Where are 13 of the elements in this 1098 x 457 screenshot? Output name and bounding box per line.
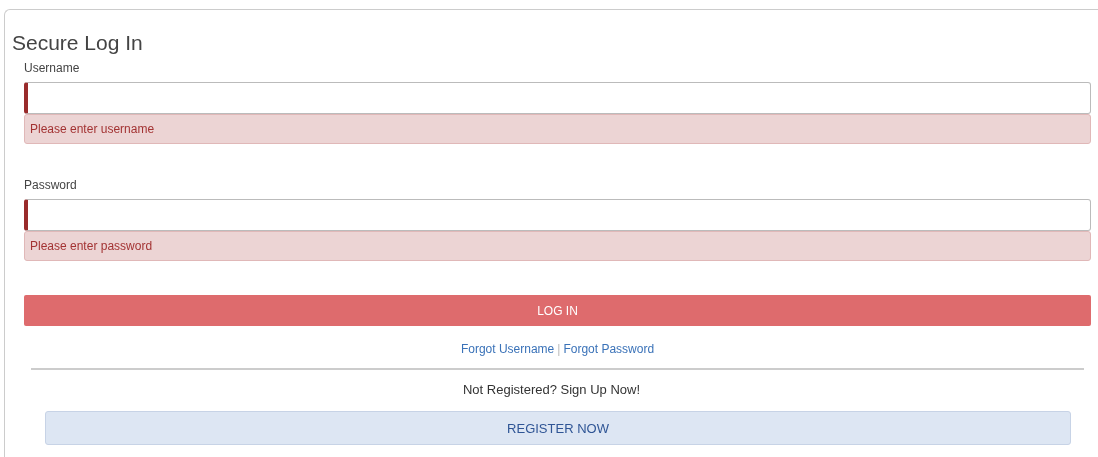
page-title: Secure Log In bbox=[11, 30, 144, 56]
field-label: Username bbox=[24, 61, 81, 75]
forgot-link[interactable]: Forgot Username bbox=[460, 342, 555, 356]
input-field[interactable] bbox=[24, 199, 1091, 231]
field-label: Password bbox=[24, 178, 78, 192]
error-message: Please enter username bbox=[24, 114, 1091, 144]
error-message: Please enter password bbox=[24, 231, 1091, 261]
input-field[interactable] bbox=[24, 82, 1091, 114]
forgot-link[interactable]: Forgot Password bbox=[563, 342, 655, 356]
link-separator: | bbox=[557, 342, 561, 356]
login-button[interactable]: LOG IN bbox=[24, 295, 1091, 326]
register-button[interactable]: REGISTER NOW bbox=[45, 411, 1071, 445]
signup-text: Not Registered? Sign Up Now! bbox=[462, 381, 641, 399]
